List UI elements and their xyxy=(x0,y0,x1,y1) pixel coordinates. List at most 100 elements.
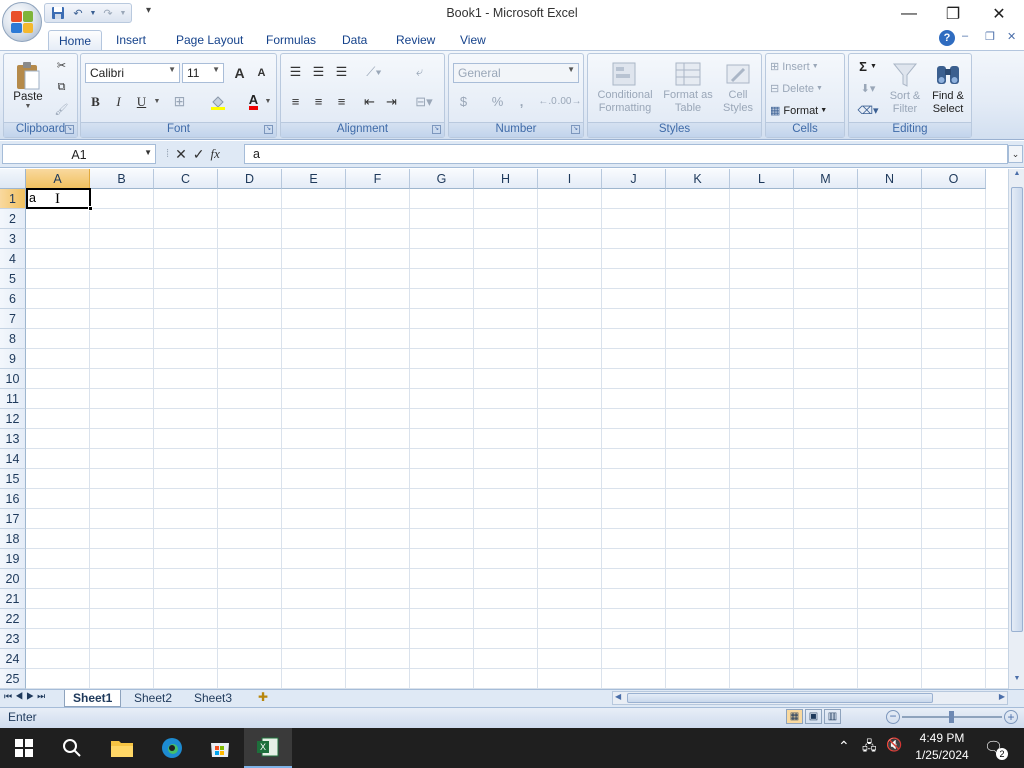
volume-muted-icon[interactable]: 🔇 xyxy=(886,737,902,753)
decrease-indent-icon[interactable]: ⇤ xyxy=(359,92,380,111)
column-header[interactable]: F xyxy=(346,169,410,189)
ribbon-restore-icon[interactable]: ❐ xyxy=(985,30,995,43)
search-icon[interactable] xyxy=(48,728,96,768)
format-painter-icon[interactable]: 🖌 xyxy=(51,100,72,119)
worksheet-grid[interactable]: A B C D E F G H I J K L M N O 1 2 3 4 5 6 7 8 9 10 11 12 13 14 15 16 17… xyxy=(0,169,1008,689)
row-header[interactable]: 11 xyxy=(0,389,26,409)
row-header[interactable]: 16 xyxy=(0,489,26,509)
grow-font-button[interactable]: A xyxy=(229,63,250,82)
cut-icon[interactable]: ✂ xyxy=(51,56,72,75)
row-header[interactable]: 22 xyxy=(0,609,26,629)
column-header[interactable]: K xyxy=(666,169,730,189)
confirm-entry-icon[interactable]: ✓ xyxy=(193,146,205,163)
row-header[interactable]: 7 xyxy=(0,309,26,329)
sheet-nav-icons[interactable]: ⏮◀▶⏭ xyxy=(4,691,48,702)
row-header[interactable]: 12 xyxy=(0,409,26,429)
column-header[interactable]: E xyxy=(282,169,346,189)
cancel-entry-icon[interactable]: ✕ xyxy=(175,146,187,163)
column-header[interactable]: D xyxy=(218,169,282,189)
vertical-scrollbar[interactable]: ▲ ▼ xyxy=(1008,169,1024,689)
column-header[interactable]: N xyxy=(858,169,922,189)
percent-button[interactable]: % xyxy=(487,92,508,111)
number-format-combo[interactable]: General ▼ xyxy=(453,63,579,83)
wrap-text-icon[interactable]: ⤶ xyxy=(409,62,430,81)
increase-indent-icon[interactable]: ⇥ xyxy=(381,92,402,111)
fill-icon[interactable]: ⬇▾ xyxy=(853,79,883,98)
edge-browser-icon[interactable] xyxy=(148,728,196,768)
zoom-in-icon[interactable]: + xyxy=(1004,710,1018,724)
insert-cells-button[interactable]: ⊞ Insert ▼ xyxy=(770,57,819,76)
row-header[interactable]: 23 xyxy=(0,629,26,649)
row-header[interactable]: 4 xyxy=(0,249,26,269)
tab-formulas[interactable]: Formulas xyxy=(256,30,326,50)
row-header[interactable]: 10 xyxy=(0,369,26,389)
autosum-button[interactable]: Σ ▼ xyxy=(853,57,883,76)
tab-data[interactable]: Data xyxy=(332,30,377,50)
taskbar-clock[interactable]: 4:49 PM 1/25/2024 xyxy=(905,730,979,766)
row-header[interactable]: 2 xyxy=(0,209,26,229)
comma-button[interactable]: , xyxy=(511,92,532,111)
row-header[interactable]: 13 xyxy=(0,429,26,449)
conditional-formatting-button[interactable]: Conditional Formatting xyxy=(590,56,660,120)
underline-button[interactable]: U xyxy=(131,92,152,111)
bold-button[interactable]: B xyxy=(85,92,106,111)
underline-dropdown-icon[interactable]: ▼ xyxy=(153,92,161,111)
row-header[interactable]: 17 xyxy=(0,509,26,529)
start-button[interactable] xyxy=(0,728,48,768)
insert-function-button[interactable]: fx xyxy=(211,146,220,162)
row-header[interactable]: 3 xyxy=(0,229,26,249)
row-header[interactable]: 19 xyxy=(0,549,26,569)
italic-button[interactable]: I xyxy=(108,92,129,111)
row-header[interactable]: 24 xyxy=(0,649,26,669)
number-launcher-icon[interactable]: ↘ xyxy=(571,125,580,134)
row-header[interactable]: 21 xyxy=(0,589,26,609)
zoom-out-icon[interactable]: − xyxy=(886,710,900,724)
row-header[interactable]: 20 xyxy=(0,569,26,589)
scroll-down-icon[interactable]: ▼ xyxy=(1011,675,1023,687)
font-size-combo[interactable]: 11 ▼ xyxy=(182,63,224,83)
clear-icon[interactable]: ⌫▾ xyxy=(853,101,883,120)
font-color-dropdown-icon[interactable]: ▼ xyxy=(264,92,272,111)
name-box[interactable]: A1 ▼ xyxy=(2,144,156,164)
sheet-tab-3[interactable]: Sheet3 xyxy=(186,690,240,707)
ribbon-minimize-icon[interactable]: – xyxy=(962,30,968,42)
sheet-tab-1[interactable]: Sheet1 xyxy=(64,690,122,707)
excel-taskbar-icon[interactable]: X xyxy=(244,728,292,768)
alignment-launcher-icon[interactable]: ↘ xyxy=(432,125,441,134)
column-header[interactable]: B xyxy=(90,169,154,189)
help-icon[interactable]: ? xyxy=(939,30,955,46)
increase-decimal-icon[interactable]: ←.0 xyxy=(537,92,558,111)
row-header[interactable]: 6 xyxy=(0,289,26,309)
column-header[interactable]: H xyxy=(474,169,538,189)
row-header[interactable]: 8 xyxy=(0,329,26,349)
page-break-view-icon[interactable]: ▥ xyxy=(824,709,841,724)
font-color-icon[interactable]: A xyxy=(243,92,264,111)
horizontal-scroll-thumb[interactable] xyxy=(627,693,933,703)
workbook-close-icon[interactable]: ✕ xyxy=(1007,30,1016,43)
row-header[interactable]: 14 xyxy=(0,449,26,469)
fill-color-icon[interactable] xyxy=(207,92,228,111)
shrink-font-button[interactable]: A xyxy=(251,63,272,82)
format-as-table-button[interactable]: Format as Table xyxy=(660,56,716,120)
merge-center-icon[interactable]: ⊟▾ xyxy=(409,92,439,111)
fill-handle[interactable] xyxy=(88,206,93,211)
column-header[interactable]: G xyxy=(410,169,474,189)
zoom-slider-thumb[interactable] xyxy=(949,711,954,723)
row-header[interactable]: 9 xyxy=(0,349,26,369)
normal-view-icon[interactable]: ▦ xyxy=(786,709,803,724)
copy-icon[interactable]: ⧉ xyxy=(51,78,72,97)
align-middle-icon[interactable]: ☰ xyxy=(308,62,329,81)
column-header[interactable]: I xyxy=(538,169,602,189)
page-layout-view-icon[interactable]: ▣ xyxy=(805,709,822,724)
align-right-icon[interactable]: ≡ xyxy=(331,92,352,111)
store-icon[interactable] xyxy=(196,728,244,768)
align-top-icon[interactable]: ☰ xyxy=(285,62,306,81)
maximize-button[interactable]: ❐ xyxy=(930,0,976,28)
currency-button[interactable]: $ xyxy=(453,92,474,111)
font-name-combo[interactable]: Calibri ▼ xyxy=(85,63,180,83)
row-header[interactable]: 1 xyxy=(0,189,26,209)
scroll-left-icon[interactable]: ◀ xyxy=(615,692,621,701)
delete-cells-button[interactable]: ⊟ Delete ▼ xyxy=(770,79,823,98)
font-launcher-icon[interactable]: ↘ xyxy=(264,125,273,134)
row-header[interactable]: 18 xyxy=(0,529,26,549)
